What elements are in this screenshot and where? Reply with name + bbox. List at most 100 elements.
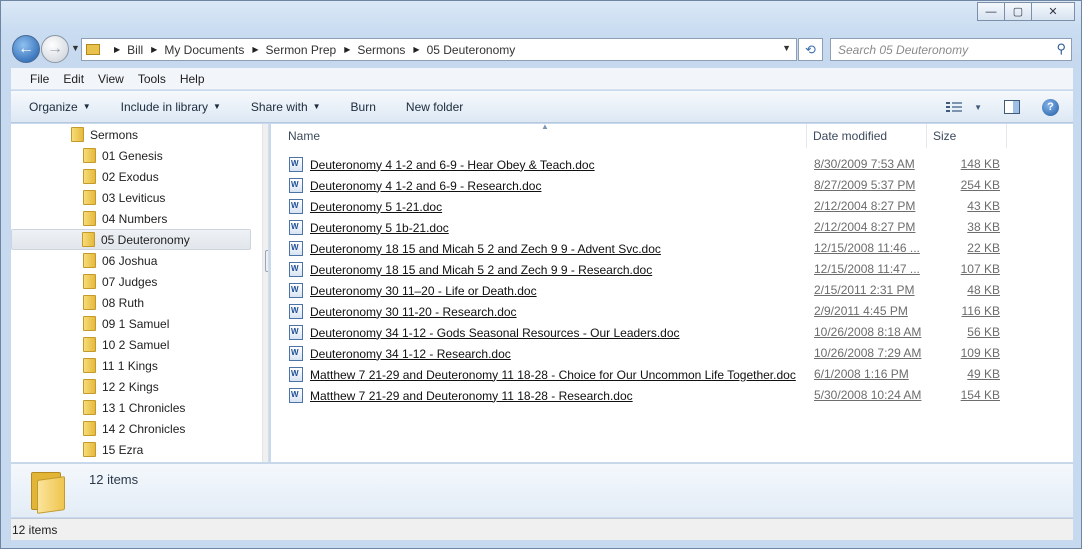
file-name[interactable]: Deuteronomy 18 15 and Micah 5 2 and Zech…	[310, 263, 652, 277]
nav-pane-scrollbar[interactable]: ▲ ▼	[262, 124, 268, 462]
minimize-button[interactable]: —	[977, 2, 1005, 21]
tree-item[interactable]: 03 Leviticus	[83, 187, 165, 208]
scroll-up-icon[interactable]: ▲	[267, 127, 268, 136]
tree-item[interactable]: 09 1 Samuel	[83, 313, 169, 334]
file-row[interactable]: Deuteronomy 4 1-2 and 6-9 - Research.doc…	[289, 175, 1069, 196]
help-button[interactable]: ?	[1042, 98, 1059, 116]
forward-button[interactable]: →	[41, 35, 69, 63]
file-name-cell[interactable]: Deuteronomy 4 1-2 and 6-9 - Hear Obey & …	[289, 157, 595, 172]
tree-item[interactable]: 12 2 Kings	[83, 376, 159, 397]
file-size: 116 KB	[961, 304, 1000, 318]
file-row[interactable]: Deuteronomy 5 1b-21.doc 2/12/2004 8:27 PM…	[289, 217, 1069, 238]
tree-item[interactable]: 04 Numbers	[83, 208, 167, 229]
file-name-cell[interactable]: Deuteronomy 30 11-20 - Research.doc	[289, 304, 517, 319]
tree-item[interactable]: 14 2 Chronicles	[83, 418, 185, 439]
tree-item[interactable]: 05 Deuteronomy	[11, 229, 251, 250]
file-name-cell[interactable]: Deuteronomy 5 1b-21.doc	[289, 220, 449, 235]
file-name-cell[interactable]: Matthew 7 21-29 and Deuteronomy 11 18-28…	[289, 388, 633, 403]
close-button[interactable]: ✕	[1031, 2, 1075, 21]
scroll-down-icon[interactable]: ▼	[267, 449, 268, 458]
word-document-icon	[289, 241, 303, 256]
file-name-cell[interactable]: Deuteronomy 5 1-21.doc	[289, 199, 442, 214]
file-name[interactable]: Matthew 7 21-29 and Deuteronomy 11 18-28…	[310, 389, 633, 403]
column-header-date-modified[interactable]: Date modified	[813, 124, 887, 148]
column-divider[interactable]	[1006, 124, 1007, 148]
share-with-button[interactable]: Share with ▼	[251, 100, 321, 114]
file-name-cell[interactable]: Deuteronomy 30 11–20 - Life or Death.doc	[289, 283, 537, 298]
tree-item[interactable]: 11 1 Kings	[83, 355, 158, 376]
new-folder-button[interactable]: New folder	[406, 100, 463, 114]
back-button[interactable]: ←	[12, 35, 40, 63]
file-name[interactable]: Deuteronomy 5 1-21.doc	[310, 200, 442, 214]
command-bar: Organize ▼ Include in library ▼ Share with…	[11, 91, 1073, 123]
file-name[interactable]: Deuteronomy 30 11–20 - Life or Death.doc	[310, 284, 537, 298]
chevron-right-icon[interactable]: ▶	[344, 45, 350, 54]
breadcrumb-item[interactable]: Bill	[127, 43, 143, 57]
file-row[interactable]: Deuteronomy 18 15 and Micah 5 2 and Zech…	[289, 259, 1069, 280]
file-name[interactable]: Matthew 7 21-29 and Deuteronomy 11 18-28…	[310, 368, 796, 382]
menu-view[interactable]: View	[98, 72, 124, 86]
menu-tools[interactable]: Tools	[138, 72, 166, 86]
file-row[interactable]: Deuteronomy 18 15 and Micah 5 2 and Zech…	[289, 238, 1069, 259]
tree-item[interactable]: 07 Judges	[83, 271, 157, 292]
breadcrumb-item[interactable]: Sermons	[357, 43, 405, 57]
file-name-cell[interactable]: Deuteronomy 4 1-2 and 6-9 - Research.doc	[289, 178, 541, 193]
column-divider[interactable]	[926, 124, 927, 148]
tree-item[interactable]: 06 Joshua	[83, 250, 157, 271]
address-bar[interactable]: ▶ Bill ▶ My Documents ▶ Sermon Prep ▶ Se…	[81, 38, 797, 61]
column-header-size[interactable]: Size	[933, 124, 956, 148]
file-name-cell[interactable]: Deuteronomy 34 1-12 - Research.doc	[289, 346, 511, 361]
chevron-right-icon[interactable]: ▶	[114, 45, 120, 54]
file-name-cell[interactable]: Deuteronomy 34 1-12 - Gods Seasonal Reso…	[289, 325, 680, 340]
file-name-cell[interactable]: Matthew 7 21-29 and Deuteronomy 11 18-28…	[289, 367, 796, 382]
column-header-name[interactable]: Name	[288, 124, 320, 148]
chevron-right-icon[interactable]: ▶	[413, 45, 419, 54]
file-name-cell[interactable]: Deuteronomy 18 15 and Micah 5 2 and Zech…	[289, 241, 661, 256]
tree-item[interactable]: 15 Ezra	[83, 439, 143, 460]
file-row[interactable]: Deuteronomy 4 1-2 and 6-9 - Hear Obey & …	[289, 154, 1069, 175]
search-icon[interactable]: ⚲	[1056, 41, 1066, 57]
breadcrumb-item[interactable]: 05 Deuteronomy	[427, 43, 516, 57]
search-input[interactable]: Search 05 Deuteronomy ⚲	[830, 38, 1072, 61]
column-divider[interactable]	[806, 124, 807, 148]
tree-item[interactable]: 13 1 Chronicles	[83, 397, 185, 418]
file-row[interactable]: Deuteronomy 30 11–20 - Life or Death.doc…	[289, 280, 1069, 301]
file-row[interactable]: Matthew 7 21-29 and Deuteronomy 11 18-28…	[289, 385, 1069, 406]
chevron-right-icon[interactable]: ▶	[252, 45, 258, 54]
breadcrumb-item[interactable]: Sermon Prep	[266, 43, 337, 57]
preview-pane-button[interactable]	[1004, 100, 1020, 114]
file-name[interactable]: Deuteronomy 4 1-2 and 6-9 - Hear Obey & …	[310, 158, 595, 172]
tree-item[interactable]: 10 2 Samuel	[83, 334, 169, 355]
scroll-thumb[interactable]	[265, 250, 268, 272]
file-row[interactable]: Deuteronomy 34 1-12 - Research.doc 10/26/…	[289, 343, 1069, 364]
maximize-button[interactable]: ▢	[1004, 2, 1032, 21]
recent-pages-dropdown[interactable]: ▼	[71, 43, 80, 53]
change-view-button[interactable]: ▼	[946, 101, 982, 113]
menu-file[interactable]: File	[30, 72, 49, 86]
file-name-cell[interactable]: Deuteronomy 18 15 and Micah 5 2 and Zech…	[289, 262, 652, 277]
menu-help[interactable]: Help	[180, 72, 205, 86]
tree-item[interactable]: 02 Exodus	[83, 166, 159, 187]
menu-edit[interactable]: Edit	[63, 72, 84, 86]
file-row[interactable]: Deuteronomy 34 1-12 - Gods Seasonal Reso…	[289, 322, 1069, 343]
file-row[interactable]: Matthew 7 21-29 and Deuteronomy 11 18-28…	[289, 364, 1069, 385]
breadcrumb-item[interactable]: My Documents	[164, 43, 244, 57]
tree-item[interactable]: 08 Ruth	[83, 292, 144, 313]
file-name[interactable]: Deuteronomy 30 11-20 - Research.doc	[310, 305, 517, 319]
arrow-right-icon: →	[47, 40, 63, 57]
include-in-library-button[interactable]: Include in library ▼	[121, 100, 221, 114]
file-name[interactable]: Deuteronomy 34 1-12 - Research.doc	[310, 347, 511, 361]
organize-button[interactable]: Organize ▼	[29, 100, 91, 114]
file-name[interactable]: Deuteronomy 18 15 and Micah 5 2 and Zech…	[310, 242, 661, 256]
file-name[interactable]: Deuteronomy 4 1-2 and 6-9 - Research.doc	[310, 179, 541, 193]
burn-button[interactable]: Burn	[351, 100, 376, 114]
chevron-right-icon[interactable]: ▶	[151, 45, 157, 54]
tree-item[interactable]: 01 Genesis	[83, 145, 163, 166]
file-row[interactable]: Deuteronomy 30 11-20 - Research.doc 2/9/2…	[289, 301, 1069, 322]
address-dropdown-icon[interactable]: ▼	[782, 43, 791, 53]
refresh-button[interactable]: ⟲	[798, 38, 823, 61]
file-name[interactable]: Deuteronomy 5 1b-21.doc	[310, 221, 449, 235]
file-row[interactable]: Deuteronomy 5 1-21.doc 2/12/2004 8:27 PM 4…	[289, 196, 1069, 217]
tree-item-sermons[interactable]: Sermons	[71, 124, 138, 145]
file-name[interactable]: Deuteronomy 34 1-12 - Gods Seasonal Reso…	[310, 326, 680, 340]
